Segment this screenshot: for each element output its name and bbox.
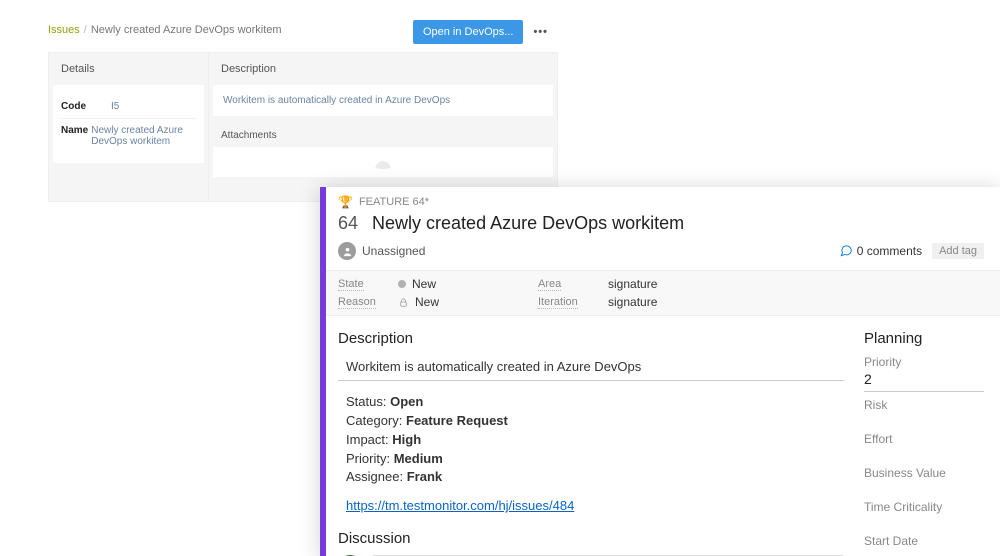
workitem-meta-row: Unassigned 0 comments Add tag xyxy=(338,242,984,260)
comment-icon xyxy=(839,244,853,258)
open-in-devops-button[interactable]: Open in DevOps... xyxy=(413,20,524,44)
source-issue-link[interactable]: https://tm.testmonitor.com/hj/issues/484 xyxy=(346,497,574,516)
priority-value[interactable]: 2 xyxy=(864,369,984,392)
workitem-type-line: 🏆 FEATURE 64* xyxy=(338,195,984,209)
assignee-avatar-icon[interactable] xyxy=(338,242,356,260)
time-criticality-label[interactable]: Time Criticality xyxy=(864,500,984,514)
effort-label[interactable]: Effort xyxy=(864,432,984,446)
description-header: Description xyxy=(209,53,557,85)
workitem-title-row: 64 Newly created Azure DevOps workitem xyxy=(338,213,984,234)
azure-devops-workitem-card: 🏆 FEATURE 64* 64 Newly created Azure Dev… xyxy=(320,187,1000,556)
description-section-header: Description xyxy=(338,330,844,347)
code-value: I5 xyxy=(111,101,119,112)
breadcrumb-current: Newly created Azure DevOps workitem xyxy=(91,24,282,36)
planning-header: Planning xyxy=(864,330,984,347)
workitem-id: 64 xyxy=(338,213,358,234)
breadcrumb-root[interactable]: Issues xyxy=(48,24,80,36)
breadcrumb-separator: / xyxy=(84,24,87,36)
attachments-dropzone[interactable] xyxy=(213,147,553,177)
iteration-value[interactable]: signature xyxy=(608,295,988,309)
comments-count[interactable]: 0 comments xyxy=(839,244,922,258)
description-body[interactable]: Status: Open Category: Feature Request I… xyxy=(338,393,844,516)
add-tag-button[interactable]: Add tag xyxy=(932,243,984,259)
attachments-header: Attachments xyxy=(209,120,557,147)
risk-label[interactable]: Risk xyxy=(864,398,984,412)
discussion-section: Discussion FK xyxy=(338,530,844,556)
state-band: State New Area signature Reason New Iter… xyxy=(326,270,1000,316)
feature-label: FEATURE 64* xyxy=(359,196,429,208)
state-value[interactable]: New xyxy=(398,277,538,291)
name-label: Name xyxy=(61,125,91,147)
name-value: Newly created Azure DevOps workitem xyxy=(91,125,196,147)
more-actions-icon[interactable]: ••• xyxy=(533,26,548,38)
code-row: Code I5 xyxy=(61,95,196,119)
lock-icon xyxy=(398,297,409,308)
reason-label: Reason xyxy=(338,296,376,309)
name-row: Name Newly created Azure DevOps workitem xyxy=(61,119,196,153)
testmonitor-issue-pane: Issues / Newly created Azure DevOps work… xyxy=(48,22,558,202)
description-column: Description Workitem is automatically cr… xyxy=(209,53,557,201)
area-value[interactable]: signature xyxy=(608,277,988,291)
details-column: Details Code I5 Name Newly created Azure… xyxy=(49,53,209,201)
assignee-name[interactable]: Unassigned xyxy=(362,244,425,258)
discussion-header: Discussion xyxy=(338,530,844,547)
area-label: Area xyxy=(538,278,561,291)
description-text: Workitem is automatically created in Azu… xyxy=(213,85,553,116)
workitem-title[interactable]: Newly created Azure DevOps workitem xyxy=(372,213,684,234)
business-value-label[interactable]: Business Value xyxy=(864,466,984,480)
attachment-placeholder-icon xyxy=(370,155,396,169)
details-header: Details xyxy=(49,53,208,85)
state-label: State xyxy=(338,278,364,291)
planning-sidebar: Planning Priority 2 Risk Effort Business… xyxy=(864,324,984,556)
code-label: Code xyxy=(61,101,111,112)
state-dot-icon xyxy=(398,280,406,288)
iteration-label: Iteration xyxy=(538,296,578,309)
description-summary[interactable]: Workitem is automatically created in Azu… xyxy=(338,355,844,381)
breadcrumb: Issues / Newly created Azure DevOps work… xyxy=(48,22,558,38)
start-date-label[interactable]: Start Date xyxy=(864,534,984,548)
trophy-icon: 🏆 xyxy=(338,195,353,209)
reason-value[interactable]: New xyxy=(398,295,538,309)
workitem-main-column: Description Workitem is automatically cr… xyxy=(338,324,844,556)
issue-panel: Details Code I5 Name Newly created Azure… xyxy=(48,52,558,202)
priority-label: Priority xyxy=(864,355,984,369)
